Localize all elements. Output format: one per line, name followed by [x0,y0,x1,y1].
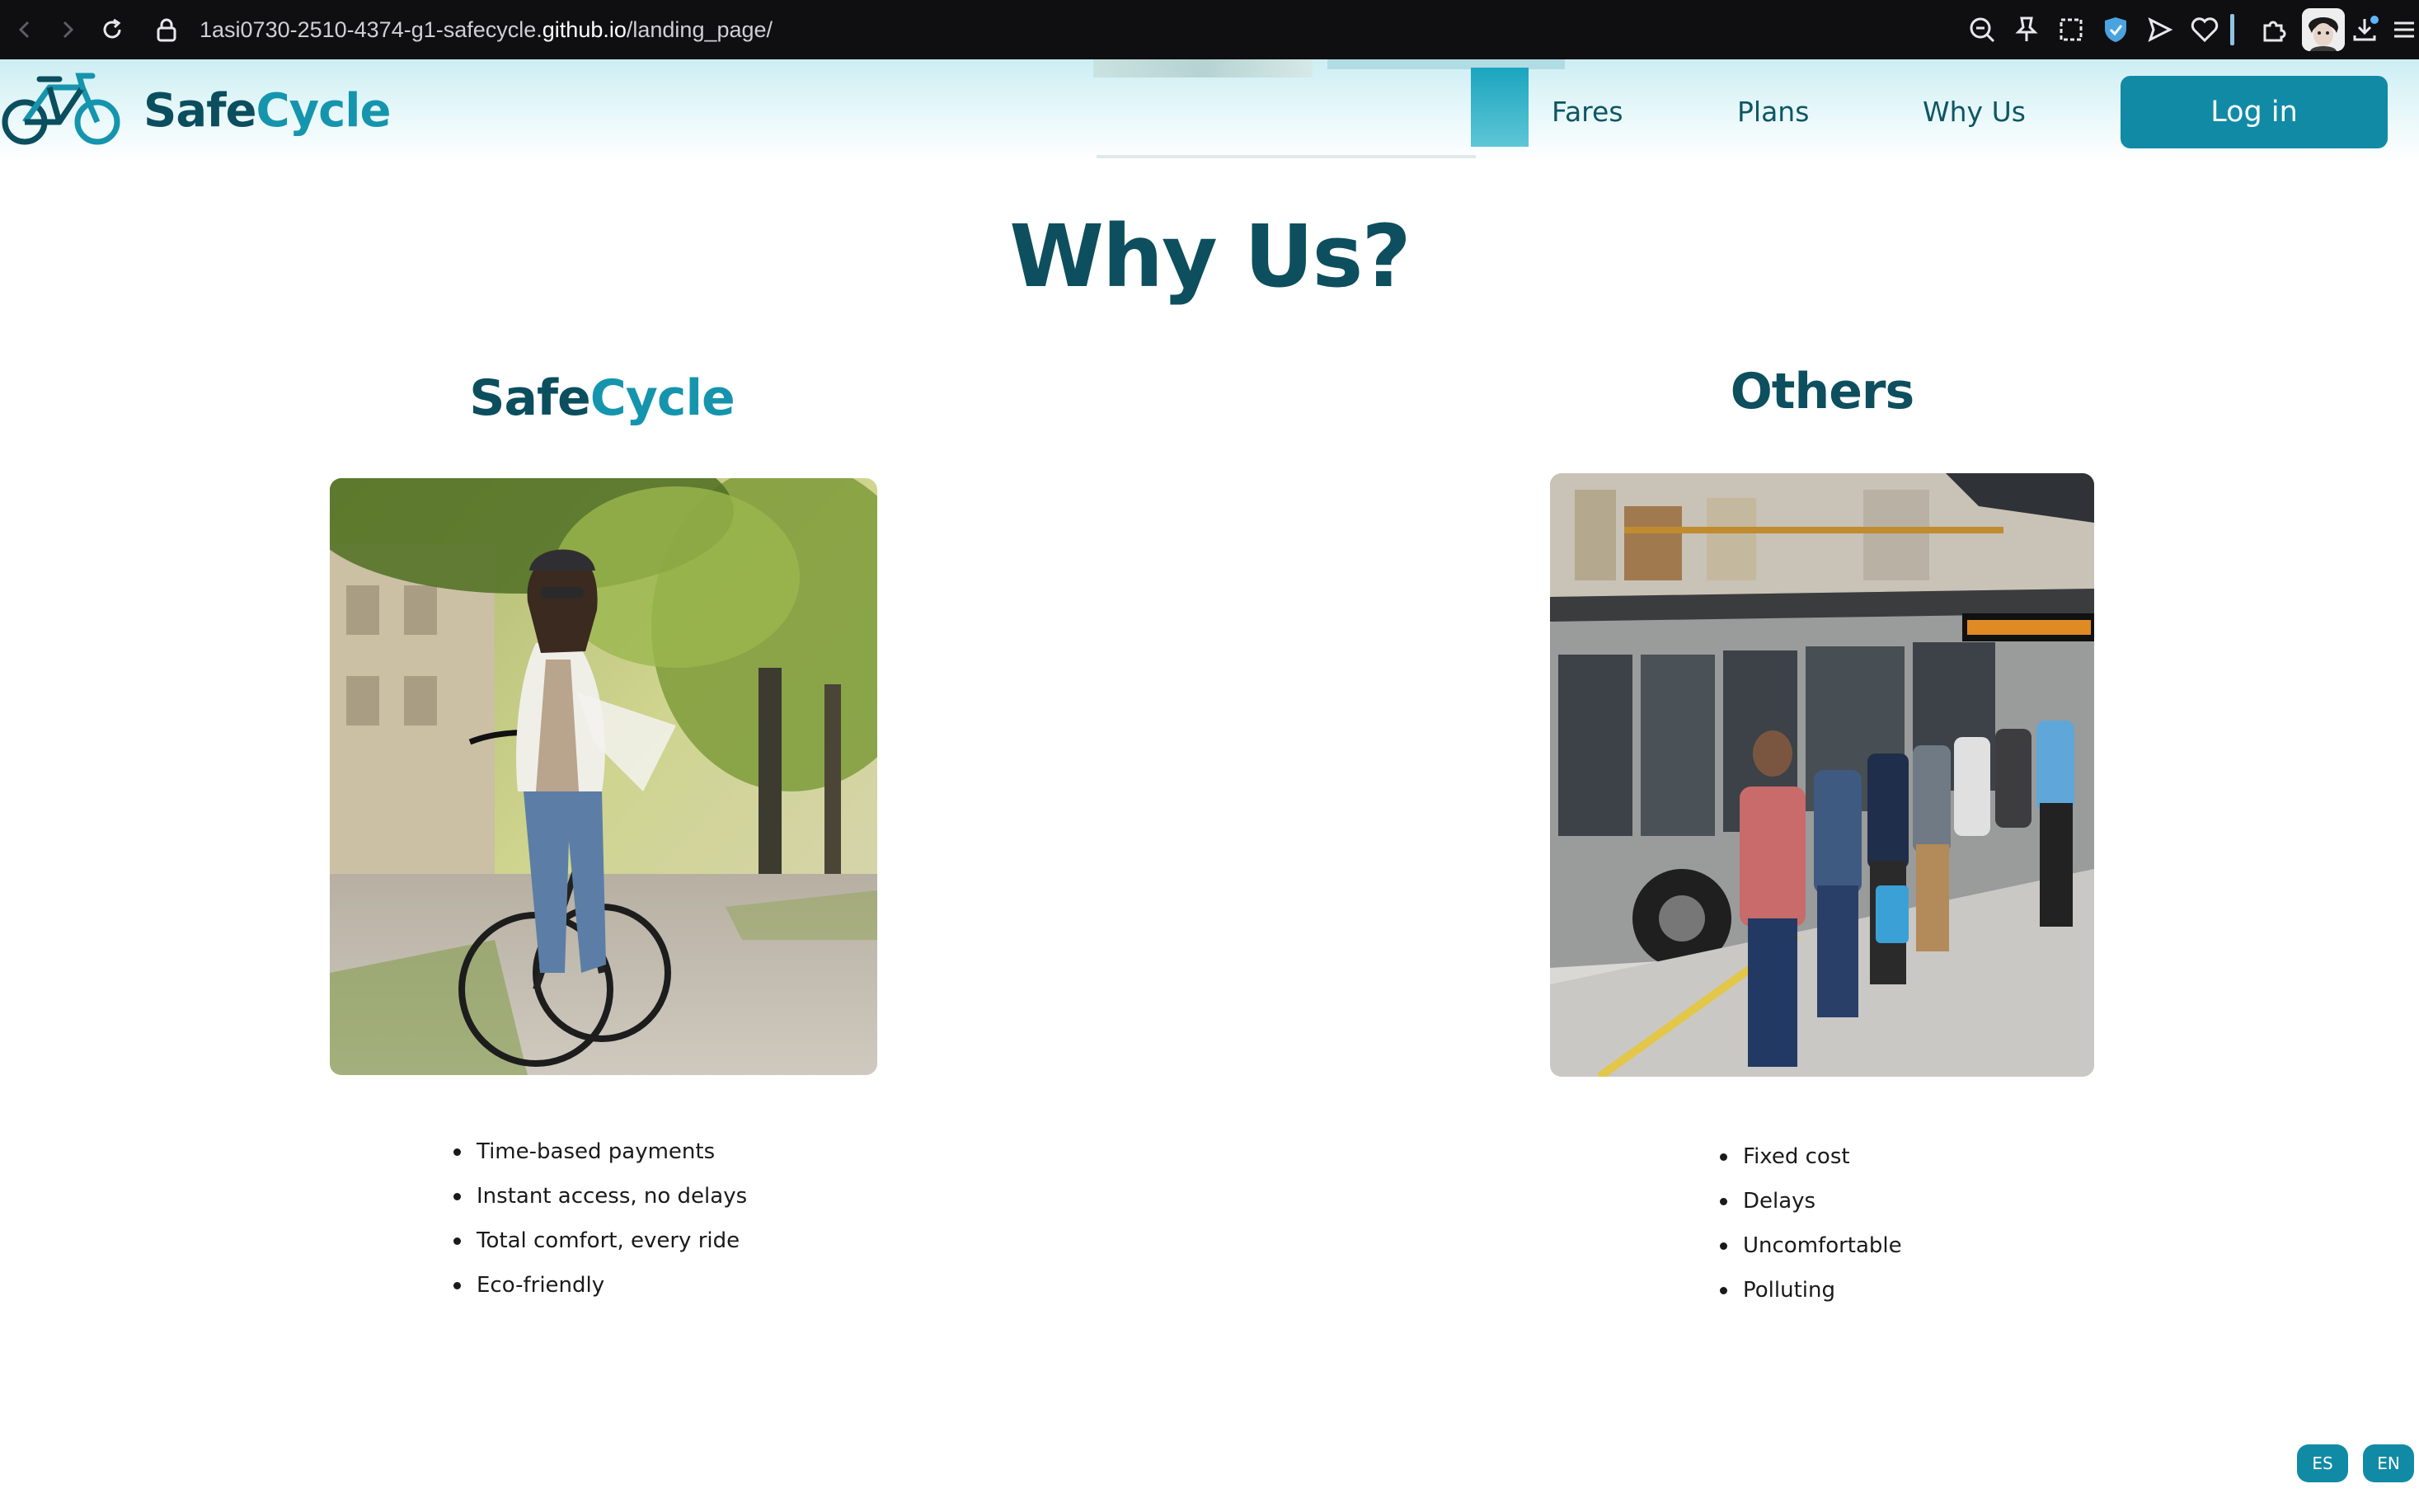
list-item-text: Delays [1743,1189,1816,1214]
safecycle-feature-list: Time-based payments Instant access, no d… [453,1129,747,1308]
avatar[interactable] [2302,8,2345,51]
address-bar[interactable]: 1asi0730-2510-4374-g1-safecycle.github.i… [200,13,773,46]
list-item: Eco-friendly [453,1263,747,1308]
bullet-icon [1720,1153,1727,1161]
cyclist-photo [330,478,877,1075]
list-item-text: Uncomfortable [1743,1233,1902,1258]
header-decor-image [1093,59,1313,77]
list-item: Delays [1720,1179,1902,1223]
nav-link-why-us[interactable]: Why Us [1923,96,2026,128]
bullet-icon [453,1282,461,1289]
list-item-text: Eco-friendly [477,1273,605,1298]
login-button[interactable]: Log in [2121,76,2388,148]
heart-icon[interactable] [2186,12,2223,48]
header-decor-line [1097,155,1476,158]
list-item-text: Total comfort, every ride [477,1228,740,1253]
list-item-text: Fixed cost [1743,1144,1850,1169]
list-item: Uncomfortable [1720,1223,1902,1268]
browser-toolbar: 1asi0730-2510-4374-g1-safecycle.github.i… [0,0,2419,59]
lock-icon[interactable] [150,13,183,46]
forward-icon[interactable] [51,13,84,46]
screenshot-icon[interactable] [2053,12,2089,48]
list-item: Polluting [1720,1268,1902,1312]
shield-icon[interactable] [2097,12,2134,48]
brand-name-part2: Cycle [256,83,391,138]
page-title: Why Us? [1009,206,1411,307]
header-accent-block [1471,68,1529,147]
others-heading: Others [1730,363,1914,420]
list-item: Total comfort, every ride [453,1219,747,1263]
language-en-button[interactable]: EN [2363,1444,2414,1482]
safecycle-heading: SafeCycle [330,369,874,427]
list-item: Fixed cost [1720,1134,1902,1179]
url-path: /landing_page/ [626,17,773,42]
back-icon[interactable] [8,13,41,46]
nav-link-plans[interactable]: Plans [1737,96,1809,128]
bicycle-logo-icon [0,68,125,153]
toolbar-divider [2230,14,2234,45]
url-host: github.io [542,17,627,42]
header-decor-strip [1327,59,1565,69]
bullet-icon [1720,1287,1727,1294]
bullet-icon [1720,1198,1727,1205]
others-feature-list: Fixed cost Delays Uncomfortable Pollutin… [1720,1134,1902,1312]
nav-link-fares[interactable]: Fares [1552,96,1623,128]
zoom-out-icon[interactable] [1964,12,2000,48]
brand-name-part1: Safe [143,83,256,138]
url-prefix: 1asi0730-2510-4374-g1-safecycle. [200,17,543,42]
site-header: SafeCycle Fares Plans Why Us Log in [0,59,2419,162]
list-item: Time-based payments [453,1129,747,1174]
list-item: Instant access, no delays [453,1174,747,1219]
list-item-text: Polluting [1743,1278,1835,1303]
bullet-icon [1720,1242,1727,1250]
safecycle-heading-part2: Cycle [589,369,735,427]
list-item-text: Instant access, no delays [477,1184,748,1209]
send-icon[interactable] [2142,12,2178,48]
bullet-icon [453,1193,461,1200]
bullet-icon [453,1148,461,1156]
language-es-button[interactable]: ES [2297,1444,2348,1482]
bus-queue-photo [1550,473,2094,1077]
brand-name: SafeCycle [143,83,391,138]
extensions-icon[interactable] [2256,12,2292,48]
menu-icon[interactable] [2386,12,2419,48]
list-item-text: Time-based payments [477,1139,716,1164]
site-logo[interactable]: SafeCycle [0,68,391,153]
bullet-icon [453,1237,461,1245]
safecycle-heading-part1: Safe [469,369,590,427]
pin-icon[interactable] [2008,12,2045,48]
download-icon[interactable] [2346,12,2383,48]
reload-icon[interactable] [96,13,129,46]
